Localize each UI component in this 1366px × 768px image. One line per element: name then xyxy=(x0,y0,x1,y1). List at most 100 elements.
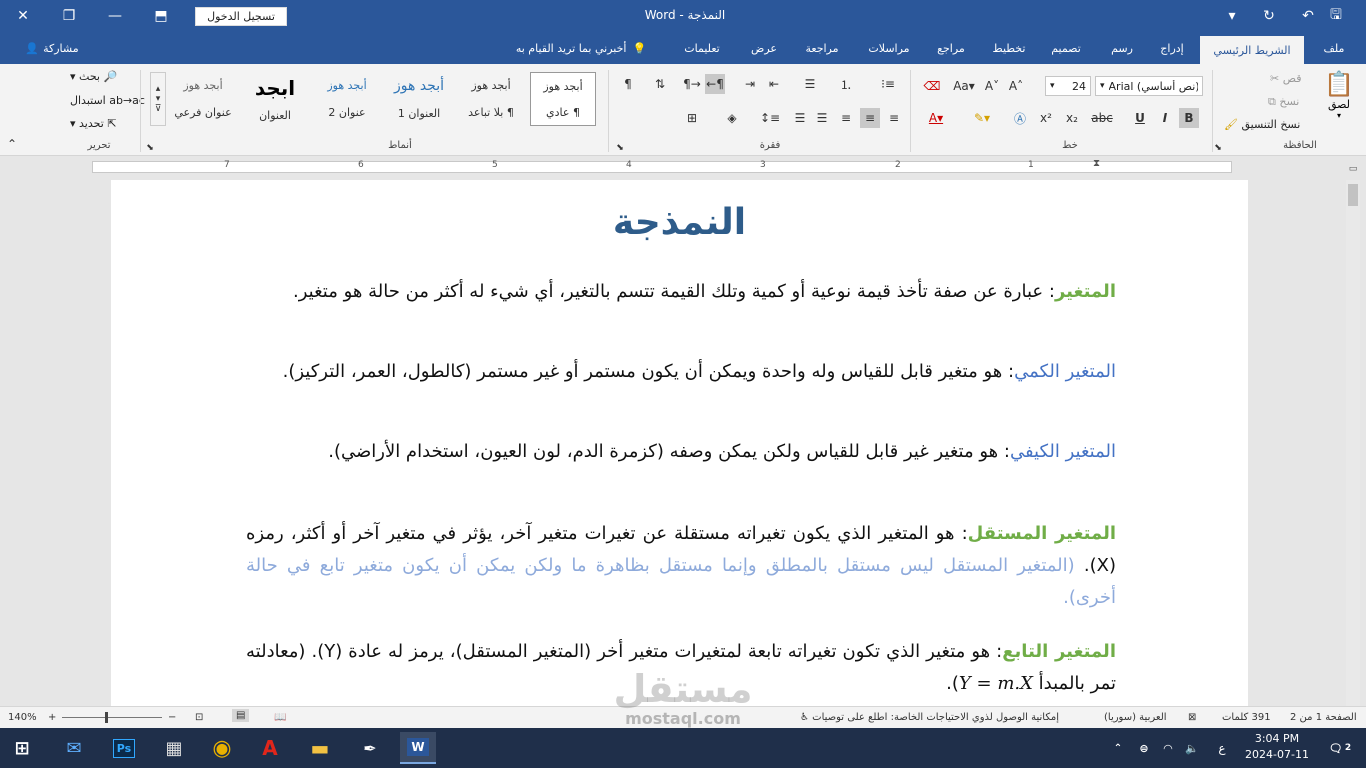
tab-design[interactable]: تصميم xyxy=(1040,32,1092,64)
cut-button[interactable]: قص ✂ xyxy=(1270,72,1301,85)
read-mode-button[interactable]: 📖 xyxy=(274,712,286,723)
sort-button[interactable]: ⇅ xyxy=(650,74,670,94)
line-spacing-button[interactable]: ↕≡ xyxy=(760,108,780,128)
style-heading-2[interactable]: أبجد هوز عنوان 2 xyxy=(314,72,380,126)
paste-button[interactable]: 📋 لصق ▾ xyxy=(1322,70,1356,130)
font-name-combo[interactable]: ▾Arial (نص أساسي) xyxy=(1095,76,1203,96)
start-button[interactable]: ⊞ xyxy=(4,732,40,764)
tab-file[interactable]: ملف xyxy=(1312,32,1356,64)
tab-view[interactable]: عرض xyxy=(740,32,788,64)
find-button[interactable]: 🔎 بحث ▾ xyxy=(70,70,117,83)
word-app[interactable]: W xyxy=(400,732,436,764)
tab-help[interactable]: تعليمات xyxy=(676,32,728,64)
file-explorer-app[interactable]: ▬ xyxy=(302,732,338,764)
shrink-font-button[interactable]: A˅ xyxy=(982,76,1002,96)
tab-review[interactable]: مراجعة xyxy=(796,32,848,64)
copy-button[interactable]: نسخ ⧉ xyxy=(1268,95,1299,109)
scrollbar-thumb[interactable] xyxy=(1348,184,1358,206)
numbering-button[interactable]: ⒈ xyxy=(836,74,856,94)
paragraph-launcher[interactable]: ⬊ xyxy=(610,138,630,158)
tab-draw[interactable]: رسم xyxy=(1100,32,1144,64)
zoom-slider-thumb[interactable] xyxy=(105,712,108,723)
horizontal-ruler[interactable]: 1 2 3 4 5 6 7 ⧗ xyxy=(0,156,1366,178)
notifications-button[interactable]: 🗨 2 xyxy=(1320,732,1360,764)
acrobat-app[interactable]: A xyxy=(252,732,288,764)
photoshop-app[interactable]: Ps xyxy=(106,732,142,764)
chrome-app[interactable]: ◉ xyxy=(204,732,240,764)
print-layout-button[interactable]: ▤ xyxy=(232,709,250,722)
align-center-button[interactable]: ≡ xyxy=(860,108,880,128)
font-color-button[interactable]: A▾ xyxy=(922,108,950,128)
tab-layout[interactable]: تخطيط xyxy=(984,32,1034,64)
save-button[interactable]: 🖫 xyxy=(1322,0,1350,32)
italic-button[interactable]: I xyxy=(1155,108,1175,128)
graphics-app[interactable]: ✒ xyxy=(352,732,388,764)
document-page[interactable]: النمذجة المتغير: عبارة عن صفة تأخذ قيمة … xyxy=(111,180,1248,706)
minimize-button[interactable]: — xyxy=(92,0,138,32)
page-number[interactable]: الصفحة 1 من 2 xyxy=(1290,712,1357,723)
ribbon-display-button[interactable]: ⬒ xyxy=(138,0,184,32)
word-count[interactable]: 391 كلمات xyxy=(1222,712,1271,723)
tell-me-search[interactable]: أخبرني بما تريد القيام به 💡 xyxy=(500,32,662,64)
clear-formatting-button[interactable]: ⌫ xyxy=(922,76,942,96)
text-effects-button[interactable]: Ⓐ xyxy=(1010,108,1030,128)
decrease-indent-button[interactable]: ⇤ xyxy=(764,74,784,94)
repeat-button[interactable]: ↻ xyxy=(1255,0,1283,32)
replace-button[interactable]: ab→ac استبدال xyxy=(70,94,145,107)
ltr-button[interactable]: ¶→ xyxy=(682,74,702,94)
indent-marker[interactable]: ⧗ xyxy=(1093,158,1100,169)
distribute-button[interactable]: ☰ xyxy=(812,108,832,128)
tab-home[interactable]: الشريط الرئيسي xyxy=(1200,36,1304,64)
increase-indent-button[interactable]: ⇥ xyxy=(740,74,760,94)
zoom-slider[interactable] xyxy=(62,717,162,718)
shading-button[interactable]: ◈ xyxy=(722,108,742,128)
vertical-scrollbar[interactable] xyxy=(1346,180,1360,706)
justify-button[interactable]: ☰ xyxy=(790,108,810,128)
tab-mailings[interactable]: مراسلات xyxy=(858,32,920,64)
change-case-button[interactable]: Aa▾ xyxy=(950,76,978,96)
style-normal[interactable]: أبجد هوز ¶ عادي xyxy=(530,72,596,126)
grow-font-button[interactable]: A˄ xyxy=(1006,76,1026,96)
styles-launcher[interactable]: ⬊ xyxy=(140,138,160,158)
strikethrough-button[interactable]: abc xyxy=(1091,108,1113,128)
focus-mode-button[interactable]: ⊡ xyxy=(195,712,203,723)
calculator-app[interactable]: ▦ xyxy=(156,732,192,764)
accessibility-status[interactable]: إمكانية الوصول لذوي الاحتياجات الخاصة: ا… xyxy=(800,712,1059,723)
font-launcher[interactable]: ⬊ xyxy=(1208,138,1228,158)
mail-app[interactable]: ✉ xyxy=(56,732,92,764)
tray-network-button[interactable]: ⊜ xyxy=(1132,732,1156,764)
zoom-level[interactable]: 140% xyxy=(8,712,37,723)
input-language[interactable]: ع xyxy=(1210,732,1234,764)
tray-overflow-button[interactable]: ⌃ xyxy=(1106,732,1130,764)
rtl-button[interactable]: ←¶ xyxy=(705,74,725,94)
undo-button[interactable]: ↶ xyxy=(1294,0,1322,32)
multilevel-list-button[interactable]: ☰ xyxy=(800,74,820,94)
ruler-toggle-button[interactable]: ▭ xyxy=(1346,160,1360,178)
tray-wifi-button[interactable]: ◠ xyxy=(1156,732,1180,764)
customize-qat-button[interactable]: ▾ xyxy=(1218,0,1246,32)
align-right-button[interactable]: ≡ xyxy=(884,108,904,128)
collapse-ribbon-button[interactable]: ⌃ xyxy=(2,134,22,154)
underline-button[interactable]: U xyxy=(1130,108,1150,128)
styles-scroll[interactable]: ▴ ▾ ⊽ xyxy=(150,72,166,126)
style-title[interactable]: ابجد العنوان xyxy=(242,72,308,126)
tab-references[interactable]: مراجع xyxy=(928,32,974,64)
zoom-in-button[interactable]: − xyxy=(168,712,176,723)
clock[interactable]: 3:04 PM 2024-07-11 xyxy=(1243,731,1311,763)
zoom-out-button[interactable]: + xyxy=(48,712,56,723)
proofing-icon[interactable]: ⊠ xyxy=(1188,712,1196,723)
sign-in-button[interactable]: تسجيل الدخول xyxy=(195,7,287,26)
show-marks-button[interactable]: ¶ xyxy=(618,74,638,94)
align-left-button[interactable]: ≡ xyxy=(836,108,856,128)
style-heading-1[interactable]: أبجد هوز العنوان 1 xyxy=(386,72,452,126)
bullets-button[interactable]: ⁝≡ xyxy=(878,74,898,94)
font-size-combo[interactable]: ▾ 24 xyxy=(1045,76,1091,96)
restore-button[interactable]: ❐ xyxy=(46,0,92,32)
share-button[interactable]: 👤 مشاركة xyxy=(16,32,84,64)
style-subtitle[interactable]: أبجد هوز عنوان فرعي xyxy=(170,72,236,126)
bold-button[interactable]: B xyxy=(1179,108,1199,128)
close-button[interactable]: ✕ xyxy=(0,0,46,32)
subscript-button[interactable]: x₂ xyxy=(1062,108,1082,128)
style-no-spacing[interactable]: أبجد هوز ¶ بلا تباعد xyxy=(458,72,524,126)
borders-button[interactable]: ⊞ xyxy=(682,108,702,128)
